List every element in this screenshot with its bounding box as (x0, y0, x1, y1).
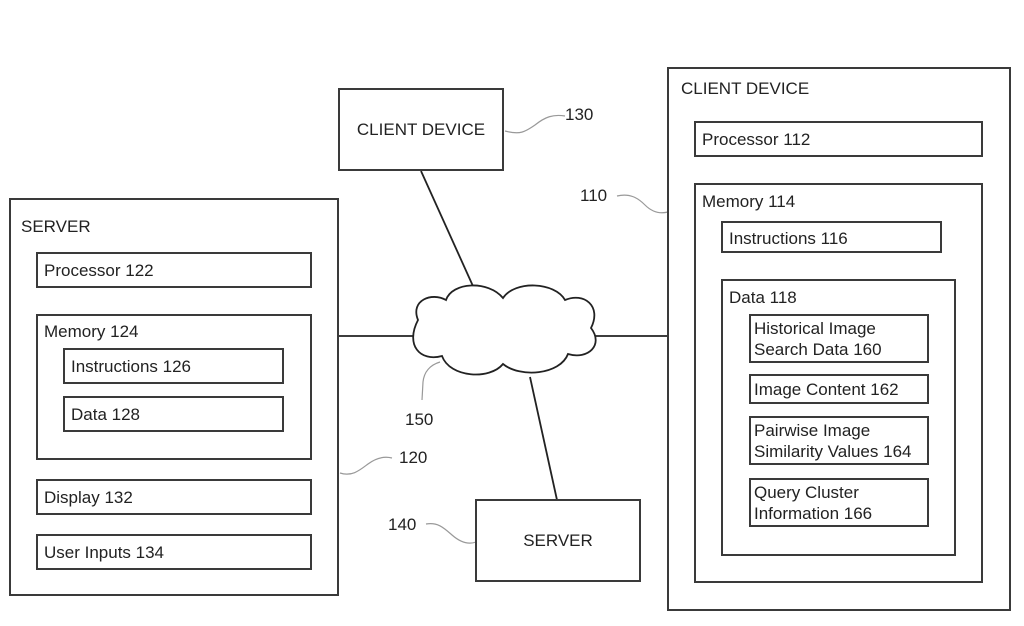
link-client130-network (420, 170, 478, 296)
historical-image-search-data-160[interactable]: Historical Image Search Data 160 (749, 314, 929, 363)
client-device-110-title: CLIENT DEVICE (681, 79, 810, 98)
processor-112[interactable]: Processor 112 (694, 121, 983, 157)
client-device-130-title: CLIENT DEVICE (356, 119, 486, 139)
display-132[interactable]: Display 132 (36, 479, 312, 515)
image-content-162[interactable]: Image Content 162 (749, 374, 929, 404)
processor-122[interactable]: Processor 122 (36, 252, 312, 288)
leader-130 (504, 114, 566, 134)
item-160-line1: Historical Image (754, 319, 876, 338)
leader-120 (339, 456, 393, 475)
network-cloud-icon (412, 284, 597, 376)
display-132-label: Display 132 (44, 488, 133, 507)
ref-120: 120 (399, 448, 428, 467)
leader-110 (616, 194, 669, 214)
item-166-line2: Information 166 (754, 504, 873, 523)
memory-124-label: Memory 124 (44, 322, 139, 341)
user-inputs-134[interactable]: User Inputs 134 (36, 534, 312, 570)
instructions-126-label: Instructions 126 (71, 357, 192, 376)
item-164-line1: Pairwise Image (754, 421, 871, 440)
ref-150: 150 (405, 410, 434, 429)
item-164-line2: Similarity Values 164 (754, 442, 912, 461)
memory-114-label: Memory 114 (702, 192, 796, 211)
link-server140-network (529, 376, 558, 501)
processor-112-label: Processor 112 (702, 130, 811, 149)
server-120-title: SERVER (21, 217, 91, 236)
data-128[interactable]: Data 128 (63, 396, 284, 432)
data-118-label: Data 118 (729, 288, 797, 307)
server-140[interactable]: SERVER (475, 499, 641, 582)
instructions-116[interactable]: Instructions 116 (721, 221, 942, 253)
client-device-130[interactable]: CLIENT DEVICE (338, 88, 504, 171)
ref-140: 140 (388, 515, 417, 534)
leader-140 (425, 523, 477, 544)
instructions-126[interactable]: Instructions 126 (63, 348, 284, 384)
processor-122-label: Processor 122 (44, 261, 154, 280)
query-cluster-information-166[interactable]: Query Cluster Information 166 (749, 478, 929, 527)
pairwise-image-similarity-values-164[interactable]: Pairwise Image Similarity Values 164 (749, 416, 929, 465)
user-inputs-134-label: User Inputs 134 (44, 543, 165, 562)
server-140-title: SERVER (523, 530, 593, 550)
leader-150 (421, 361, 441, 401)
data-128-label: Data 128 (71, 405, 140, 424)
ref-130: 130 (565, 105, 594, 124)
item-160-line2: Search Data 160 (754, 340, 882, 359)
item-166-line1: Query Cluster (754, 483, 859, 502)
instructions-116-label: Instructions 116 (729, 229, 848, 248)
item-162-line1: Image Content 162 (754, 380, 899, 399)
ref-110: 110 (580, 186, 608, 205)
memory-124[interactable]: Memory 124 (36, 314, 312, 460)
